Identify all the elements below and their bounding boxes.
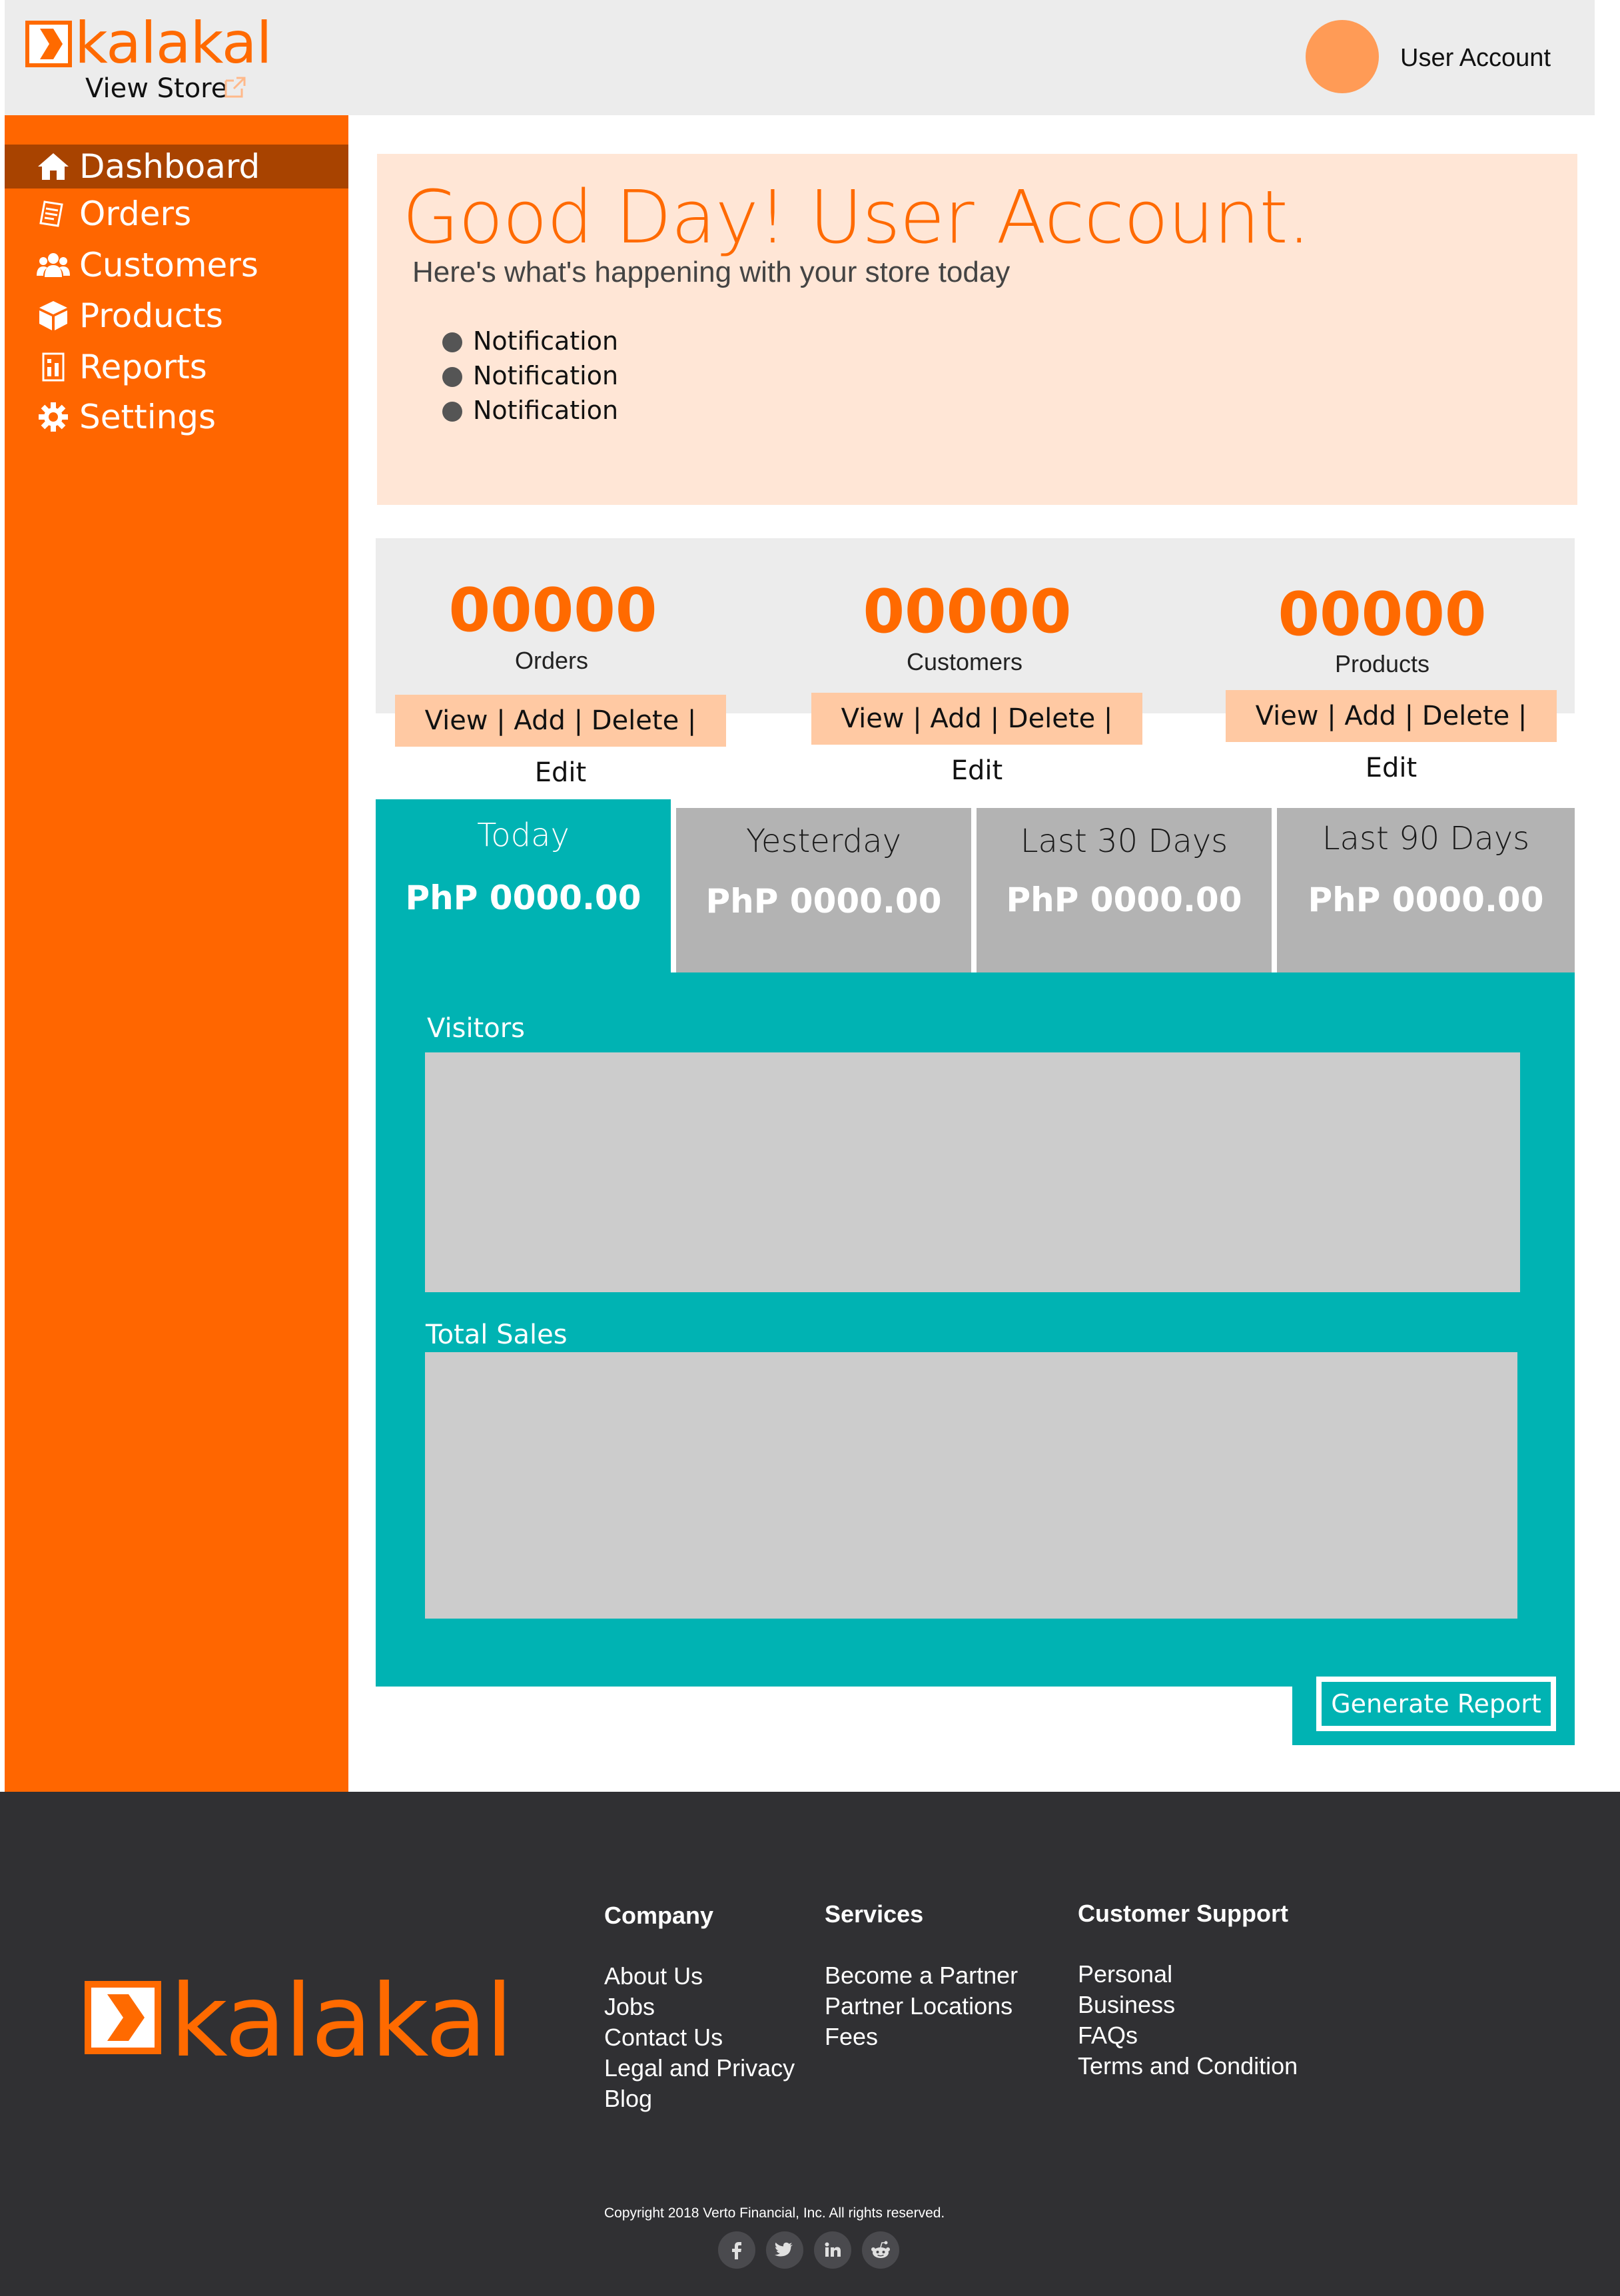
tab-last-30-days[interactable]: Last 30 Days PhP 0000.00 xyxy=(977,808,1272,972)
customers-label: Customers xyxy=(906,648,1023,675)
footer-link-contact-us[interactable]: Contact Us xyxy=(604,2022,795,2053)
sidebar-item-label: Settings xyxy=(79,398,216,436)
notification-text: Notification xyxy=(473,361,619,390)
linkedin-icon[interactable] xyxy=(814,2231,851,2269)
tab-label: Today xyxy=(477,817,570,854)
products-count: 00000 xyxy=(1278,579,1487,649)
sidebar-item-customers[interactable]: Customers xyxy=(5,243,348,287)
tab-amount: PhP 0000.00 xyxy=(1006,881,1242,919)
greeting-subtitle: Here's what's happening with your store … xyxy=(412,256,1011,288)
footer-link-personal[interactable]: Personal xyxy=(1078,1959,1298,1990)
receipt-icon xyxy=(37,198,70,230)
generate-report-button[interactable]: Generate Report xyxy=(1316,1677,1556,1731)
users-icon xyxy=(37,249,70,281)
sidebar-item-label: Dashboard xyxy=(79,147,260,186)
footer-company-links: About Us Jobs Contact Us Legal and Priva… xyxy=(604,1961,795,2114)
bullet-icon xyxy=(442,402,462,422)
home-icon xyxy=(37,151,70,183)
products-actions[interactable]: View | Add | Delete | Edit xyxy=(1226,690,1557,783)
footer-link-fees[interactable]: Fees xyxy=(825,2022,1018,2052)
notification-item[interactable]: Notification xyxy=(442,324,618,358)
footer-support-links: Personal Business FAQs Terms and Conditi… xyxy=(1078,1959,1298,2082)
sidebar-item-label: Orders xyxy=(79,194,192,233)
external-link-icon[interactable] xyxy=(222,74,248,101)
sidebar-item-label: Reports xyxy=(79,348,207,386)
tab-amount: PhP 0000.00 xyxy=(705,882,942,921)
notification-text: Notification xyxy=(473,326,619,356)
customers-actions[interactable]: View | Add | Delete | Edit xyxy=(811,693,1142,786)
sidebar-item-label: Customers xyxy=(79,246,258,284)
footer-link-about-us[interactable]: About Us xyxy=(604,1961,795,1992)
bullet-icon xyxy=(442,367,462,387)
sidebar-item-dashboard[interactable]: Dashboard xyxy=(5,145,348,189)
sidebar-item-reports[interactable]: Reports xyxy=(5,345,348,389)
twitter-icon[interactable] xyxy=(766,2231,803,2269)
gear-icon xyxy=(37,401,70,433)
notification-item[interactable]: Notification xyxy=(442,358,618,393)
tab-amount: PhP 0000.00 xyxy=(1308,881,1544,919)
sidebar-item-label: Products xyxy=(79,296,223,335)
reddit-icon[interactable] xyxy=(862,2231,899,2269)
box-icon xyxy=(37,300,70,332)
orders-label: Orders xyxy=(514,647,589,674)
notification-item[interactable]: Notification xyxy=(442,393,618,428)
footer-support-heading: Customer Support xyxy=(1078,1900,1289,1927)
report-icon xyxy=(37,351,70,383)
footer-link-terms[interactable]: Terms and Condition xyxy=(1078,2051,1298,2082)
footer-company-heading: Company xyxy=(604,1902,714,1929)
greeting-title: Good Day! User Account. xyxy=(402,175,1311,260)
orders-actions[interactable]: View | Add | Delete | Edit xyxy=(395,695,726,788)
tab-yesterday[interactable]: Yesterday PhP 0000.00 xyxy=(676,808,971,972)
greeting-panel: Good Day! User Account. Here's what's ha… xyxy=(377,154,1577,505)
user-account-link[interactable]: User Account xyxy=(1400,43,1551,73)
footer-services-links: Become a Partner Partner Locations Fees xyxy=(825,1960,1018,2052)
footer-link-partner-locations[interactable]: Partner Locations xyxy=(825,1991,1018,2022)
footer-link-legal-privacy[interactable]: Legal and Privacy xyxy=(604,2053,795,2084)
customers-count: 00000 xyxy=(863,577,1072,647)
facebook-icon[interactable] xyxy=(718,2231,755,2269)
tab-label: Yesterday xyxy=(745,823,901,860)
footer-brand-text[interactable]: kalakal xyxy=(170,1965,514,2078)
footer: kalakal Company About Us Jobs Contact Us… xyxy=(0,1792,1620,2296)
tab-today[interactable]: Today PhP 0000.00 xyxy=(376,799,671,974)
visitors-label: Visitors xyxy=(427,1013,525,1044)
view-store-link[interactable]: View Store xyxy=(85,72,227,105)
user-avatar[interactable] xyxy=(1306,20,1379,93)
tab-label: Last 90 Days xyxy=(1322,820,1530,857)
footer-link-business[interactable]: Business xyxy=(1078,1990,1298,2020)
tab-label: Last 30 Days xyxy=(1020,823,1228,860)
footer-link-blog[interactable]: Blog xyxy=(604,2084,795,2114)
total-sales-chart-area xyxy=(425,1352,1517,1619)
visitors-chart-area xyxy=(425,1052,1520,1292)
total-sales-label: Total Sales xyxy=(426,1320,568,1350)
footer-link-faqs[interactable]: FAQs xyxy=(1078,2020,1298,2051)
copyright-text: Copyright 2018 Verto Financial, Inc. All… xyxy=(604,2205,945,2221)
footer-link-become-partner[interactable]: Become a Partner xyxy=(825,1960,1018,1991)
tab-amount: PhP 0000.00 xyxy=(405,879,641,917)
notification-text: Notification xyxy=(473,396,619,425)
orders-count: 00000 xyxy=(448,575,657,645)
sidebar-item-orders[interactable]: Orders xyxy=(5,192,348,236)
sidebar-item-settings[interactable]: Settings xyxy=(5,395,348,439)
products-label: Products xyxy=(1334,650,1430,677)
kalakal-logo-icon[interactable] xyxy=(25,21,72,67)
tab-last-90-days[interactable]: Last 90 Days PhP 0000.00 xyxy=(1277,808,1575,972)
notification-list: Notification Notification Notification xyxy=(442,324,618,428)
footer-logo-icon[interactable] xyxy=(85,1981,161,2054)
bullet-icon xyxy=(442,332,462,352)
sidebar-item-products[interactable]: Products xyxy=(5,294,348,338)
sidebar: Dashboard Orders Customers Products Repo… xyxy=(5,115,348,1792)
footer-services-heading: Services xyxy=(825,1900,924,1928)
footer-link-jobs[interactable]: Jobs xyxy=(604,1992,795,2022)
brand-logo-text[interactable]: kalakal xyxy=(75,7,272,80)
